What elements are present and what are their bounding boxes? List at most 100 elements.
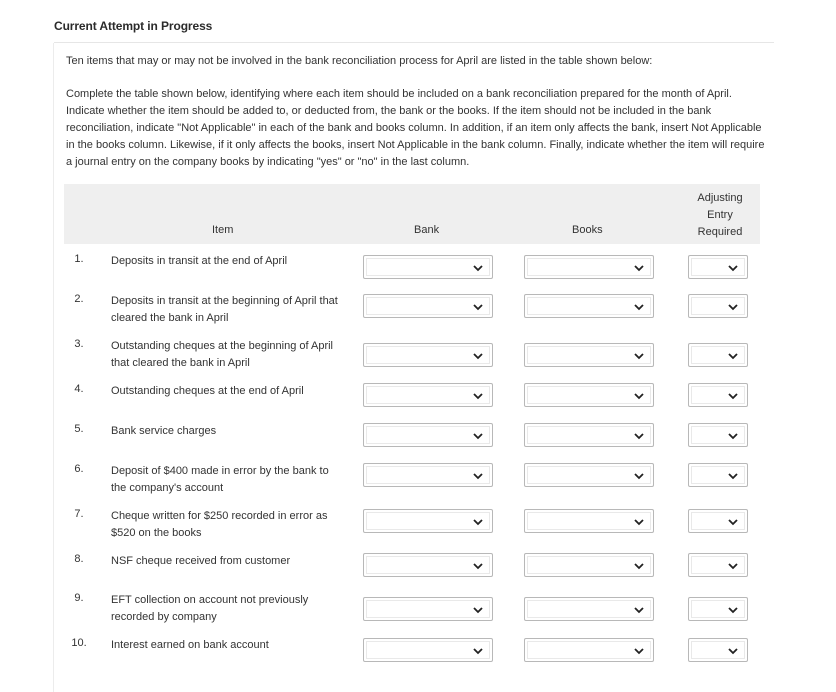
chevron-down-icon <box>472 430 484 442</box>
row-item-description: Outstanding cheques at the beginning of … <box>111 340 333 369</box>
bank-select[interactable] <box>363 463 493 487</box>
adjusting-entry-select[interactable] <box>688 294 748 318</box>
adjusting-entry-select[interactable] <box>688 383 748 407</box>
chevron-down-icon <box>633 350 645 362</box>
column-header-adjusting-line1: Adjusting <box>697 192 743 204</box>
books-select[interactable] <box>524 383 654 407</box>
row-number: 2. <box>74 293 84 305</box>
row-item-description: Deposits in transit at the end of April <box>111 255 288 267</box>
adjusting-entry-select[interactable] <box>688 509 748 533</box>
row-number: 1. <box>74 253 84 265</box>
chevron-down-icon <box>633 645 645 657</box>
chevron-down-icon <box>727 262 739 274</box>
row-number: 7. <box>74 508 84 520</box>
chevron-down-icon <box>633 560 645 572</box>
books-select[interactable] <box>524 553 654 577</box>
books-select[interactable] <box>524 294 654 318</box>
column-header-books: Books <box>572 224 603 236</box>
books-select[interactable] <box>524 255 654 279</box>
chevron-down-icon <box>472 516 484 528</box>
row-item-description: EFT collection on account not previously… <box>111 594 309 623</box>
adjusting-entry-select[interactable] <box>688 638 748 662</box>
table-row: 3. Outstanding cheques at the beginning o… <box>64 338 760 378</box>
adjusting-entry-select[interactable] <box>688 255 748 279</box>
adjusting-entry-select[interactable] <box>688 423 748 447</box>
chevron-down-icon <box>472 350 484 362</box>
bank-select[interactable] <box>363 423 493 447</box>
table-row: 5. Bank service charges <box>64 423 760 463</box>
instructions-text: Complete the table shown below, identify… <box>66 88 765 168</box>
chevron-down-icon <box>633 516 645 528</box>
chevron-down-icon <box>472 604 484 616</box>
chevron-down-icon <box>472 470 484 482</box>
intro-text: Ten items that may or may not be involve… <box>66 55 653 67</box>
column-header-bank: Bank <box>414 224 440 236</box>
row-number: 9. <box>74 592 84 604</box>
chevron-down-icon <box>727 301 739 313</box>
table-header: Item Bank Books Adjusting Entry Required <box>64 184 760 244</box>
row-item-description: Outstanding cheques at the end of April <box>111 385 304 397</box>
chevron-down-icon <box>727 390 739 402</box>
row-number: 3. <box>74 338 84 350</box>
table-row: 4. Outstanding cheques at the end of Apri… <box>64 383 760 423</box>
chevron-down-icon <box>633 262 645 274</box>
bank-select[interactable] <box>363 553 493 577</box>
column-header-adjusting-entry-required: Adjusting Entry Required <box>688 190 752 241</box>
chevron-down-icon <box>633 390 645 402</box>
table-row: 2. Deposits in transit at the beginning o… <box>64 293 760 333</box>
chevron-down-icon <box>472 560 484 572</box>
books-select[interactable] <box>524 597 654 621</box>
chevron-down-icon <box>727 516 739 528</box>
column-header-adjusting-line3: Required <box>697 226 743 238</box>
row-item-description: Interest earned on bank account <box>111 639 269 651</box>
column-header-item: Item <box>212 224 234 236</box>
chevron-down-icon <box>727 430 739 442</box>
table-row: 6. Deposit of $400 made in error by the b… <box>64 463 760 503</box>
books-select[interactable] <box>524 423 654 447</box>
adjusting-entry-select[interactable] <box>688 343 748 367</box>
chevron-down-icon <box>633 301 645 313</box>
bank-select[interactable] <box>363 638 493 662</box>
table-row: 7. Cheque written for $250 recorded in er… <box>64 508 760 548</box>
row-number: 6. <box>74 463 84 475</box>
page-title: Current Attempt in Progress <box>54 19 213 33</box>
row-item-description: Deposits in transit at the beginning of … <box>111 295 338 324</box>
bank-select[interactable] <box>363 383 493 407</box>
chevron-down-icon <box>727 350 739 362</box>
bank-select[interactable] <box>363 597 493 621</box>
bank-select[interactable] <box>363 255 493 279</box>
bank-select[interactable] <box>363 343 493 367</box>
chevron-down-icon <box>472 262 484 274</box>
row-item-description: Deposit of $400 made in error by the ban… <box>111 465 329 494</box>
books-select[interactable] <box>524 343 654 367</box>
chevron-down-icon <box>727 560 739 572</box>
books-select[interactable] <box>524 638 654 662</box>
chevron-down-icon <box>727 470 739 482</box>
row-number: 8. <box>74 553 84 565</box>
adjusting-entry-select[interactable] <box>688 597 748 621</box>
chevron-down-icon <box>472 301 484 313</box>
chevron-down-icon <box>633 430 645 442</box>
adjusting-entry-select[interactable] <box>688 463 748 487</box>
chevron-down-icon <box>727 645 739 657</box>
books-select[interactable] <box>524 463 654 487</box>
chevron-down-icon <box>633 470 645 482</box>
bank-select[interactable] <box>363 294 493 318</box>
table-row: 8. NSF cheque received from customer <box>64 553 760 593</box>
row-number: 10. <box>71 637 87 649</box>
row-item-description: Cheque written for $250 recorded in erro… <box>111 510 328 539</box>
row-number: 5. <box>74 423 84 435</box>
chevron-down-icon <box>633 604 645 616</box>
chevron-down-icon <box>727 604 739 616</box>
bank-select[interactable] <box>363 509 493 533</box>
table-row: 10. Interest earned on bank account <box>64 637 760 677</box>
column-header-adjusting-line2: Entry <box>707 209 733 221</box>
table-row: 1. Deposits in transit at the end of Apri… <box>64 253 760 293</box>
table-row: 9. EFT collection on account not previous… <box>64 592 760 632</box>
row-number: 4. <box>74 383 84 395</box>
books-select[interactable] <box>524 509 654 533</box>
adjusting-entry-select[interactable] <box>688 553 748 577</box>
row-item-description: Bank service charges <box>111 425 217 437</box>
row-item-description: NSF cheque received from customer <box>111 555 291 567</box>
chevron-down-icon <box>472 390 484 402</box>
